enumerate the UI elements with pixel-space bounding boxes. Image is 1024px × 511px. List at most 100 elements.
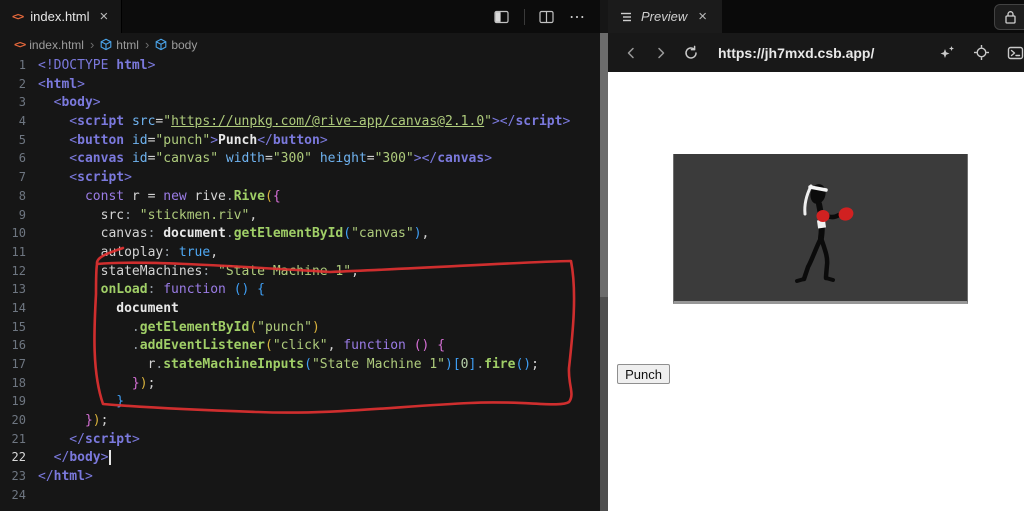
line-number: 16 [11,338,26,353]
back-button[interactable] [616,46,646,60]
code-line[interactable]: 11 autoplay: true, [0,243,600,262]
stickman-boxer [795,184,854,283]
code-line[interactable]: 7 <script> [0,168,600,187]
code-line[interactable]: 22 </body> [0,448,600,467]
terminal-icon [1007,46,1024,59]
text-cursor [109,450,111,466]
line-number: 1 [18,58,26,72]
rive-canvas[interactable] [673,154,968,304]
breadcrumb-file-label: index.html [29,37,84,52]
line-number: 6 [18,151,26,166]
symbol-cube-icon [100,38,112,51]
preview-icon [621,12,631,21]
tab-label: index.html [30,9,90,24]
breadcrumb-html[interactable]: html [100,38,139,52]
line-number: 20 [11,413,26,428]
browser-toolbar: https://jh7mxd.csb.app/ [608,33,1024,72]
code-line[interactable]: 3 <body> [0,93,600,112]
line-number: 4 [18,114,26,129]
app-window: <> index.html × ⋯ <> index.html › html ›… [0,0,1024,511]
code-line[interactable]: 21 </script> [0,430,600,449]
preview-tab-bar: Preview × [608,0,1024,33]
tab-index-html[interactable]: <> index.html × [0,0,123,33]
close-tab-icon[interactable]: × [97,8,112,25]
code-line[interactable]: 8 const r = new rive.Rive({ [0,187,600,206]
punch-button[interactable]: Punch [617,364,670,384]
html-file-icon: <> [14,38,26,51]
line-number: 23 [11,469,26,484]
code-line[interactable]: 18 }); [0,374,600,393]
code-line[interactable]: 20 }); [0,411,600,430]
line-number: 14 [11,300,26,315]
crosshair-icon [974,45,989,60]
lock-button[interactable] [994,4,1024,30]
back-icon [627,47,634,58]
more-actions-icon[interactable]: ⋯ [569,7,586,27]
terminal-button[interactable] [1007,45,1024,61]
chevron-right-icon: › [89,37,95,52]
line-number: 10 [11,226,26,241]
html-file-icon: <> [12,10,24,23]
line-number: 11 [11,244,26,259]
code-line[interactable]: 14 document [0,299,600,318]
chevron-right-icon: › [144,37,150,52]
line-number: 12 [11,263,26,278]
preview-viewport: Punch [608,72,1024,511]
breadcrumb-html-label: html [116,37,139,52]
code-line[interactable]: 5 <button id="punch">Punch</button> [0,131,600,150]
line-number: 13 [11,282,26,297]
breadcrumb-body[interactable]: body [155,38,197,52]
preview-tab-label: Preview [641,9,688,24]
toolbar-right-icons [939,44,1024,61]
line-number: 7 [18,170,26,185]
line-number: 17 [11,357,26,371]
line-number: 8 [18,188,26,203]
code-line[interactable]: 13 onLoad: function () { [0,280,600,299]
close-preview-icon[interactable]: × [695,8,710,25]
code-line[interactable]: 1 <!DOCTYPE html> [0,56,600,75]
code-editor[interactable]: 1 <!DOCTYPE html> 2 <html> 3 <body> 4 <script… [0,56,600,505]
tab-preview[interactable]: Preview × [608,0,723,33]
preview-pane: Preview × https://jh7mxd.csb.app/ Punch [608,0,1024,511]
split-editor-icon[interactable] [539,10,555,24]
url-bar[interactable]: https://jh7mxd.csb.app/ [718,45,874,61]
code-line[interactable]: 15 .getElementById("punch") [0,318,600,337]
scrollbar-thumb[interactable] [600,33,608,297]
toggle-sidebar-icon[interactable] [494,10,510,24]
editor-tab-actions: ⋯ [494,0,600,33]
refresh-button[interactable] [676,45,706,61]
code-line[interactable]: 16 .addEventListener("click", function (… [0,336,600,355]
symbol-cube-icon [155,38,167,51]
line-number: 9 [18,207,26,222]
breadcrumb-file[interactable]: <> index.html [14,38,84,52]
code-line[interactable]: 17 r.stateMachineInputs("State Machine 1… [0,355,600,374]
code-line[interactable]: 4 <script src="https://unpkg.com/@rive-a… [0,112,600,131]
refresh-icon [685,45,697,59]
line-number: 19 [11,394,26,409]
code-line[interactable]: 9 src: "stickmen.riv", [0,206,600,225]
lock-icon [1005,11,1016,24]
code-line[interactable]: 6 <canvas id="canvas" width="300" height… [0,149,600,168]
breadcrumb-body-label: body [171,37,198,52]
sparkles-icon [940,45,954,58]
line-number: 3 [18,95,26,110]
divider-line [524,8,525,25]
code-line[interactable]: 2 <html> [0,75,600,94]
sparkles-button[interactable] [939,45,956,61]
line-number: 24 [11,487,26,502]
editor-pane: <> index.html × ⋯ <> index.html › html ›… [0,0,600,511]
line-number: 22 [11,450,26,465]
line-number: 15 [11,319,26,334]
code-line[interactable]: 19 } [0,392,600,411]
code-line[interactable]: 24 [0,486,600,505]
code-line[interactable]: 23 </html> [0,467,600,486]
line-number: 18 [11,375,26,390]
forward-button[interactable] [646,46,676,60]
inspect-button[interactable] [973,44,990,61]
panel-divider[interactable] [600,33,608,511]
breadcrumb: <> index.html › html › body [0,33,600,56]
line-number: 5 [18,132,26,147]
code-line[interactable]: 10 canvas: document.getElementById("canv… [0,224,600,243]
forward-icon [658,47,665,58]
code-line[interactable]: 12 stateMachines: "State Machine 1", [0,262,600,281]
